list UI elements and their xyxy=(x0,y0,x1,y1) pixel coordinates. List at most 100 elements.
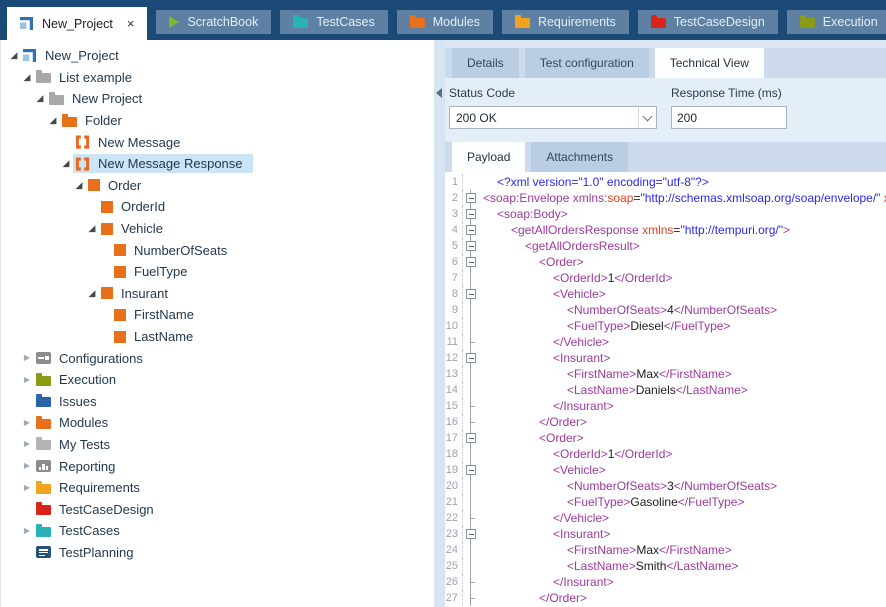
tree-collapsed-icon[interactable]: ▶ xyxy=(20,484,34,492)
code-text: <Insurant> xyxy=(479,350,610,366)
tree-item-fueltype[interactable]: FuelType xyxy=(1,261,434,283)
tree-expanded-icon[interactable]: ◢ xyxy=(20,73,34,82)
folder-icon xyxy=(36,440,51,450)
tree-item-my-tests[interactable]: ▶My Tests xyxy=(1,434,434,456)
tree-item-new-project[interactable]: ◢New Project xyxy=(1,88,434,110)
tree-expanded-icon[interactable]: ◢ xyxy=(7,51,21,60)
code-text: <Insurant> xyxy=(479,526,610,542)
tree-item-orderid[interactable]: OrderId xyxy=(1,196,434,218)
tree-collapsed-icon[interactable]: ▶ xyxy=(20,462,34,470)
tab-scratchbook[interactable]: ScratchBook xyxy=(156,10,271,34)
code-segment: </LastName> xyxy=(676,383,748,397)
tree-expanded-icon[interactable]: ◢ xyxy=(46,116,60,125)
tree-item-configurations[interactable]: ▶ Configurations xyxy=(1,347,434,369)
tree-item-numberofseats[interactable]: NumberOfSeats xyxy=(1,239,434,261)
fold-collapse-icon[interactable] xyxy=(466,257,476,267)
tree-item-content: My Tests xyxy=(34,435,120,454)
project-tree[interactable]: ◢New_Project◢List example◢New Project◢Fo… xyxy=(0,40,434,607)
tree-expanded-icon[interactable]: ◢ xyxy=(59,159,73,168)
tree-item-testcases[interactable]: ▶TestCases xyxy=(1,520,434,542)
fold-collapse-icon[interactable] xyxy=(466,209,476,219)
code-line: 24<FirstName>Max</FirstName> xyxy=(445,542,886,558)
code-segment: Daniels xyxy=(636,383,676,397)
tree-item-content: NumberOfSeats xyxy=(112,241,237,260)
tab-payload[interactable]: Payload xyxy=(452,142,525,172)
tree-item-list-example[interactable]: ◢List example xyxy=(1,67,434,89)
tree-item-requirements[interactable]: ▶Requirements xyxy=(1,477,434,499)
tree-item-new-project[interactable]: ◢New_Project xyxy=(1,45,434,67)
tree-expanded-icon[interactable]: ◢ xyxy=(72,181,86,190)
fold-collapse-icon[interactable] xyxy=(466,353,476,363)
tab-test-configuration[interactable]: Test configuration xyxy=(525,48,649,78)
tab-requirements[interactable]: Requirements xyxy=(502,10,629,34)
fold-collapse-icon[interactable] xyxy=(466,289,476,299)
fold-collapse-icon[interactable] xyxy=(466,433,476,443)
code-line: 20<NumberOfSeats>3</NumberOfSeats> xyxy=(445,478,886,494)
fold-collapse-icon[interactable] xyxy=(466,225,476,235)
tab-label: Requirements xyxy=(538,15,616,29)
xml-editor[interactable]: 1<?xml version="1.0" encoding="utf-8"?>2… xyxy=(445,172,886,607)
code-segment: </Insurant> xyxy=(553,399,614,413)
tab-modules[interactable]: Modules xyxy=(397,10,493,34)
tree-collapsed-icon[interactable]: ▶ xyxy=(20,440,34,448)
fold-collapse-icon[interactable] xyxy=(466,465,476,475)
tab-attachments[interactable]: Attachments xyxy=(531,142,628,172)
tree-item-reporting[interactable]: ▶Reporting xyxy=(1,455,434,477)
tree-collapsed-icon[interactable]: ▶ xyxy=(20,376,34,384)
panel-splitter[interactable] xyxy=(434,40,445,607)
tree-item-lastname[interactable]: LastName xyxy=(1,326,434,348)
fold-collapse-icon[interactable] xyxy=(466,193,476,203)
select-chevron-button[interactable] xyxy=(638,107,656,128)
fold-collapse-icon[interactable] xyxy=(466,241,476,251)
code-segment: Max xyxy=(636,543,659,557)
tree-item-testplanning[interactable]: TestPlanning xyxy=(1,542,434,564)
tree-item-issues[interactable]: Issues xyxy=(1,391,434,413)
xml-element-icon xyxy=(114,331,126,343)
tree-item-new-message-response[interactable]: ◢New Message Response xyxy=(1,153,434,175)
tree-item-folder[interactable]: ◢Folder xyxy=(1,110,434,132)
tree-item-execution[interactable]: ▶Execution xyxy=(1,369,434,391)
tree-item-vehicle[interactable]: ◢Vehicle xyxy=(1,218,434,240)
inspector-content: DetailsTest configurationTechnical View … xyxy=(445,40,886,607)
code-segment: "http://schemas.xmlsoap.org/soap/envelop… xyxy=(640,191,880,205)
tree-item-order[interactable]: ◢Order xyxy=(1,175,434,197)
line-number: 14 xyxy=(445,382,463,398)
tree-collapsed-icon[interactable]: ▶ xyxy=(20,527,34,535)
fold-gutter xyxy=(463,382,479,398)
tree-collapsed-icon[interactable]: ▶ xyxy=(20,419,34,427)
code-line: 11</Vehicle> xyxy=(445,334,886,350)
tree-item-testcasedesign[interactable]: TestCaseDesign xyxy=(1,498,434,520)
tab-testcasedesign[interactable]: TestCaseDesign xyxy=(638,10,778,34)
tree-item-new-message[interactable]: New Message xyxy=(1,131,434,153)
tree-expanded-icon[interactable]: ◢ xyxy=(33,94,47,103)
status-code-select[interactable]: 200 OK xyxy=(449,106,657,129)
tree-item-label: Configurations xyxy=(59,351,143,366)
collapse-panel-icon[interactable] xyxy=(436,88,442,98)
folder-notch xyxy=(62,114,68,117)
code-text: </Vehicle> xyxy=(479,510,609,526)
tree-item-firstname[interactable]: FirstName xyxy=(1,304,434,326)
tab-execution[interactable]: Execution xyxy=(787,10,886,34)
close-icon[interactable]: × xyxy=(127,17,135,30)
tree-expanded-icon[interactable]: ◢ xyxy=(85,289,99,298)
fold-collapse-icon[interactable] xyxy=(466,529,476,539)
tab-technical-view[interactable]: Technical View xyxy=(655,48,764,78)
code-text: <FuelType>Diesel</FuelType> xyxy=(479,318,730,334)
tab-details[interactable]: Details xyxy=(452,48,519,78)
tree-item-modules[interactable]: ▶Modules xyxy=(1,412,434,434)
code-segment: <OrderId> xyxy=(553,447,608,461)
tab-testcases[interactable]: TestCases xyxy=(280,10,387,34)
tab-label: Modules xyxy=(433,15,480,29)
tree-expanded-icon[interactable]: ◢ xyxy=(85,224,99,233)
tree-item-content: Issues xyxy=(34,392,107,411)
fold-line xyxy=(470,270,471,286)
tree-collapsed-icon[interactable]: ▶ xyxy=(20,354,34,362)
application-window: New_Project× ScratchBook TestCases Modules R… xyxy=(0,0,886,607)
fold-gutter xyxy=(463,462,479,478)
tab-new-project[interactable]: New_Project× xyxy=(7,7,147,40)
response-time-input[interactable] xyxy=(671,106,787,129)
code-segment: </OrderId> xyxy=(614,447,672,461)
tree-item-insurant[interactable]: ◢Insurant xyxy=(1,283,434,305)
code-line: 7<OrderId>1</OrderId> xyxy=(445,270,886,286)
code-line: 19<Vehicle> xyxy=(445,462,886,478)
